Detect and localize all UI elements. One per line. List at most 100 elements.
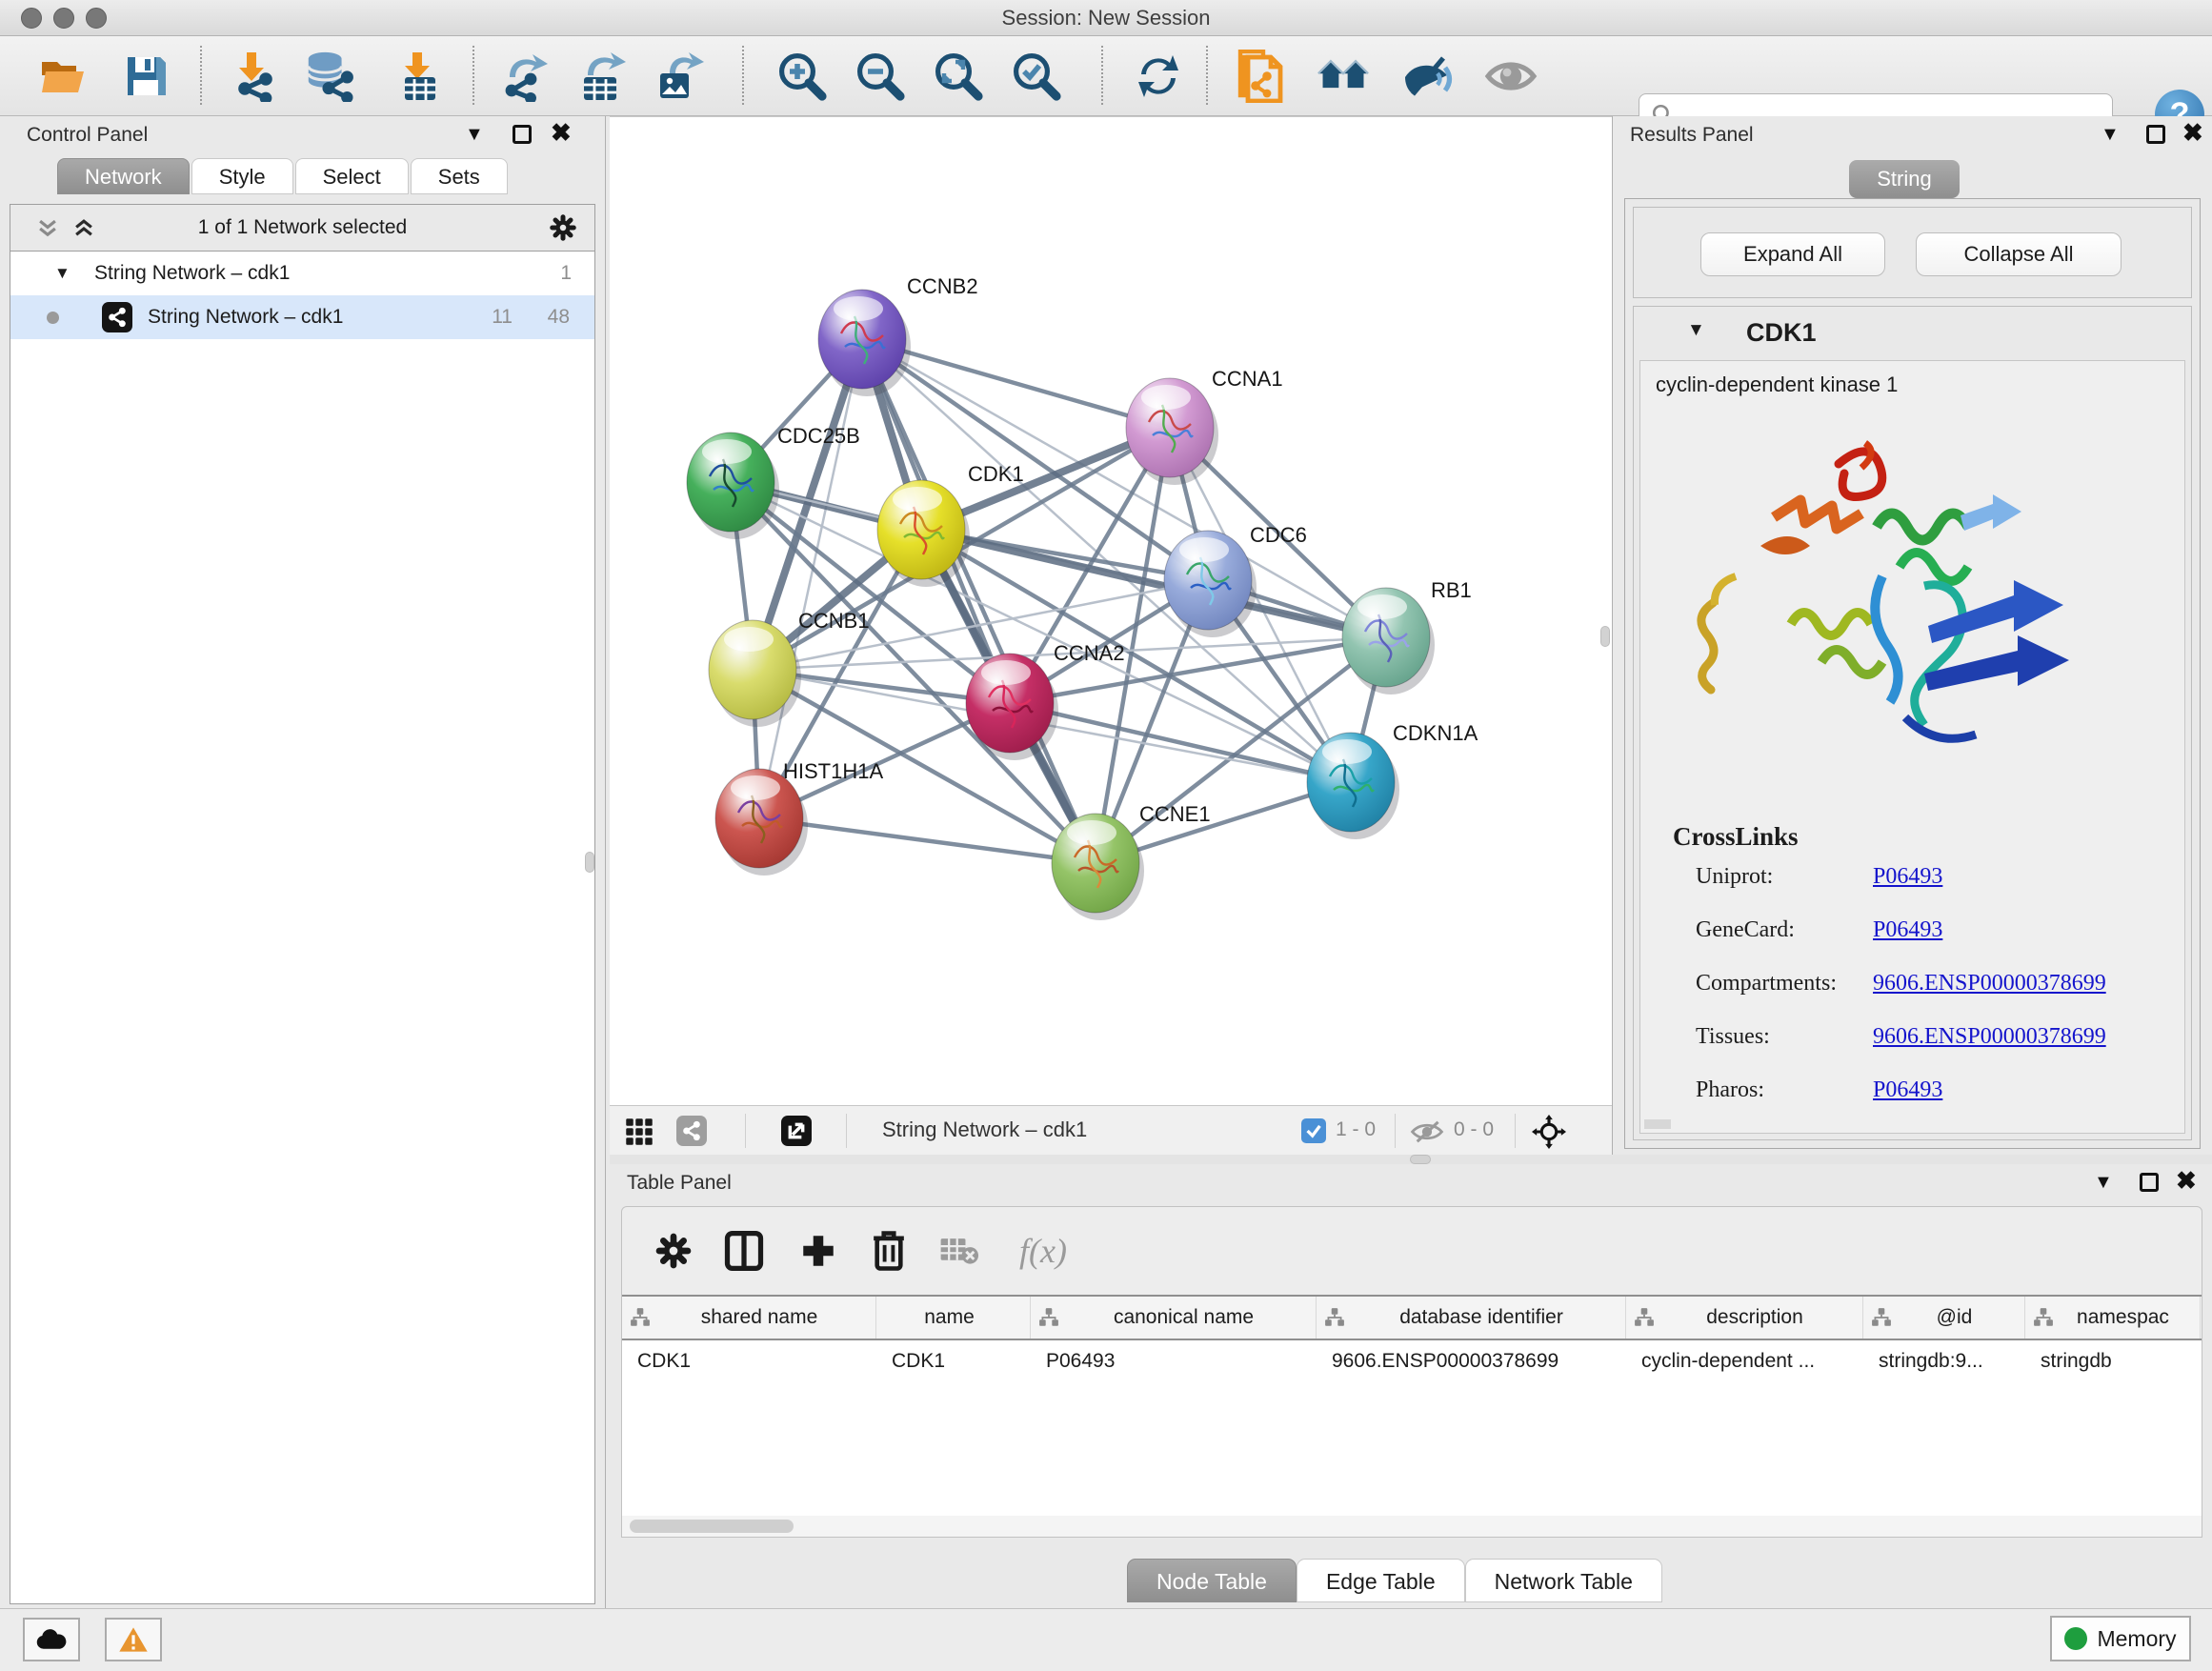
crosslink-link[interactable]: 9606.ENSP00000378699	[1873, 971, 2106, 996]
column-header-name[interactable]: name	[876, 1297, 1031, 1339]
tab-sets[interactable]: Sets	[411, 158, 508, 194]
table-cell[interactable]: P06493	[1031, 1340, 1317, 1382]
network-node-cdc6[interactable]	[1164, 531, 1257, 637]
table-cell[interactable]: CDK1	[622, 1340, 876, 1382]
network-edge[interactable]	[759, 339, 862, 818]
import-network-file-icon[interactable]	[225, 50, 278, 103]
section-expander-icon[interactable]: ▼	[1687, 320, 1705, 341]
add-column-icon[interactable]	[795, 1228, 841, 1274]
network-view-type-icon[interactable]	[676, 1116, 707, 1146]
panel-menu-icon[interactable]: ▼	[465, 124, 484, 146]
tab-select[interactable]: Select	[295, 158, 409, 194]
refresh-icon[interactable]	[1132, 50, 1185, 103]
gear-icon[interactable]	[549, 213, 577, 242]
panel-float-icon[interactable]	[2140, 1173, 2159, 1192]
left-divider-grip[interactable]	[585, 852, 594, 873]
network-node-cdk1[interactable]	[877, 480, 970, 587]
divider-grip[interactable]	[1410, 1155, 1431, 1164]
column-header-description[interactable]: description	[1626, 1297, 1863, 1339]
panel-float-icon[interactable]	[513, 125, 532, 144]
node-table[interactable]: shared namenamecanonical namedatabase id…	[622, 1295, 2202, 1516]
network-node-ccne1[interactable]	[1052, 814, 1144, 920]
table-row[interactable]: CDK1CDK1P064939606.ENSP00000378699cyclin…	[622, 1340, 2202, 1382]
gene-section-header[interactable]: ▼ CDK1	[1634, 307, 2191, 360]
toolbar-separator	[1515, 1114, 1516, 1148]
tab-network[interactable]: Network	[57, 158, 190, 194]
panel-close-icon[interactable]: ✖	[551, 118, 572, 148]
network-edge[interactable]	[1010, 703, 1351, 782]
network-edge[interactable]	[921, 530, 1386, 637]
tab-string[interactable]: String	[1849, 160, 1960, 198]
show-all-eye-icon[interactable]	[1484, 50, 1538, 103]
panel-float-icon[interactable]	[2146, 125, 2165, 144]
crosslink-link[interactable]: P06493	[1873, 1077, 1942, 1102]
crosslink-link[interactable]: 9606.ENSP00000378699	[1873, 1024, 2106, 1049]
export-table-icon[interactable]	[575, 50, 629, 103]
detach-view-icon[interactable]	[781, 1116, 812, 1146]
column-header-database-identifier[interactable]: database identifier	[1317, 1297, 1626, 1339]
column-header-namespac[interactable]: namespac	[2025, 1297, 2201, 1339]
network-node-cdc25b[interactable]	[687, 433, 779, 539]
delete-column-icon[interactable]	[866, 1228, 912, 1274]
zoom-selected-icon[interactable]	[1010, 50, 1063, 103]
birdseye-toggle-icon[interactable]	[1532, 1115, 1566, 1149]
network-row[interactable]: String Network – cdk1 11 48	[10, 295, 594, 339]
tree-expander-icon[interactable]: ▼	[54, 252, 70, 295]
save-session-icon[interactable]	[120, 50, 173, 103]
zoom-out-icon[interactable]	[854, 50, 907, 103]
network-node-ccnb2[interactable]	[818, 290, 911, 396]
open-session-icon[interactable]	[38, 50, 91, 103]
show-columns-icon[interactable]	[721, 1228, 767, 1274]
import-table-file-icon[interactable]	[391, 50, 444, 103]
network-node-hist1h1a[interactable]	[715, 769, 808, 876]
zoom-in-icon[interactable]	[775, 50, 829, 103]
right-divider-grip[interactable]	[1600, 626, 1610, 647]
warning-status-button[interactable]	[105, 1618, 162, 1661]
tab-node-table[interactable]: Node Table	[1127, 1559, 1297, 1602]
zoom-fit-icon[interactable]	[932, 50, 985, 103]
cloud-status-button[interactable]	[23, 1618, 80, 1661]
memory-button[interactable]: Memory	[2050, 1616, 2191, 1661]
export-network-icon[interactable]	[497, 50, 551, 103]
column-header-shared-name[interactable]: shared name	[622, 1297, 876, 1339]
network-edge[interactable]	[759, 818, 1096, 863]
import-network-database-icon[interactable]	[303, 50, 356, 103]
table-cell[interactable]: stringdb:9...	[1863, 1340, 2025, 1382]
function-builder-icon[interactable]: f(x)	[1007, 1228, 1079, 1274]
network-collection-row[interactable]: ▼ String Network – cdk1 1	[10, 252, 594, 295]
network-view[interactable]: CCNB2CCNA1CDC25BCDK1CDC6RB1CCNB1CCNA2CDK…	[610, 116, 1612, 1155]
tab-network-table[interactable]: Network Table	[1465, 1559, 1662, 1602]
scrollbar-thumb[interactable]	[630, 1520, 794, 1533]
tab-edge-table[interactable]: Edge Table	[1297, 1559, 1465, 1602]
first-neighbors-icon[interactable]	[1317, 50, 1370, 103]
crosslink-link[interactable]: P06493	[1873, 864, 1942, 889]
string-document-icon[interactable]	[1235, 50, 1288, 103]
table-horizontal-scrollbar[interactable]	[622, 1516, 2202, 1537]
table-cell[interactable]: CDK1	[876, 1340, 1031, 1382]
grid-view-icon[interactable]	[625, 1117, 654, 1146]
tab-style[interactable]: Style	[191, 158, 293, 194]
column-header--id[interactable]: @id	[1863, 1297, 2025, 1339]
hide-selected-icon[interactable]	[1400, 50, 1454, 103]
horizontal-divider[interactable]	[610, 1155, 2212, 1164]
network-node-cdkn1a[interactable]	[1307, 733, 1399, 839]
export-image-icon[interactable]	[654, 50, 707, 103]
network-node-ccna1[interactable]	[1126, 378, 1218, 485]
network-node-rb1[interactable]	[1342, 588, 1435, 695]
table-settings-gear-icon[interactable]	[651, 1228, 696, 1274]
panel-close-icon[interactable]: ✖	[2182, 118, 2203, 148]
panel-menu-icon[interactable]: ▼	[2094, 1172, 2113, 1194]
collapse-all-button[interactable]: Collapse All	[1916, 232, 2122, 276]
expand-all-button[interactable]: Expand All	[1700, 232, 1885, 276]
selected-checkbox[interactable]	[1301, 1118, 1326, 1143]
panel-menu-icon[interactable]: ▼	[2101, 124, 2120, 146]
results-scrollbar-stub[interactable]	[1644, 1119, 1671, 1129]
table-cell[interactable]: cyclin-dependent ...	[1626, 1340, 1863, 1382]
column-header-canonical-name[interactable]: canonical name	[1031, 1297, 1317, 1339]
network-canvas[interactable]: CCNB2CCNA1CDC25BCDK1CDC6RB1CCNB1CCNA2CDK…	[610, 117, 1612, 1106]
panel-close-icon[interactable]: ✖	[2176, 1166, 2197, 1196]
table-cell[interactable]: 9606.ENSP00000378699	[1317, 1340, 1626, 1382]
delete-table-icon[interactable]	[936, 1228, 982, 1274]
table-cell[interactable]: stringdb	[2025, 1340, 2201, 1382]
crosslink-link[interactable]: P06493	[1873, 917, 1942, 942]
